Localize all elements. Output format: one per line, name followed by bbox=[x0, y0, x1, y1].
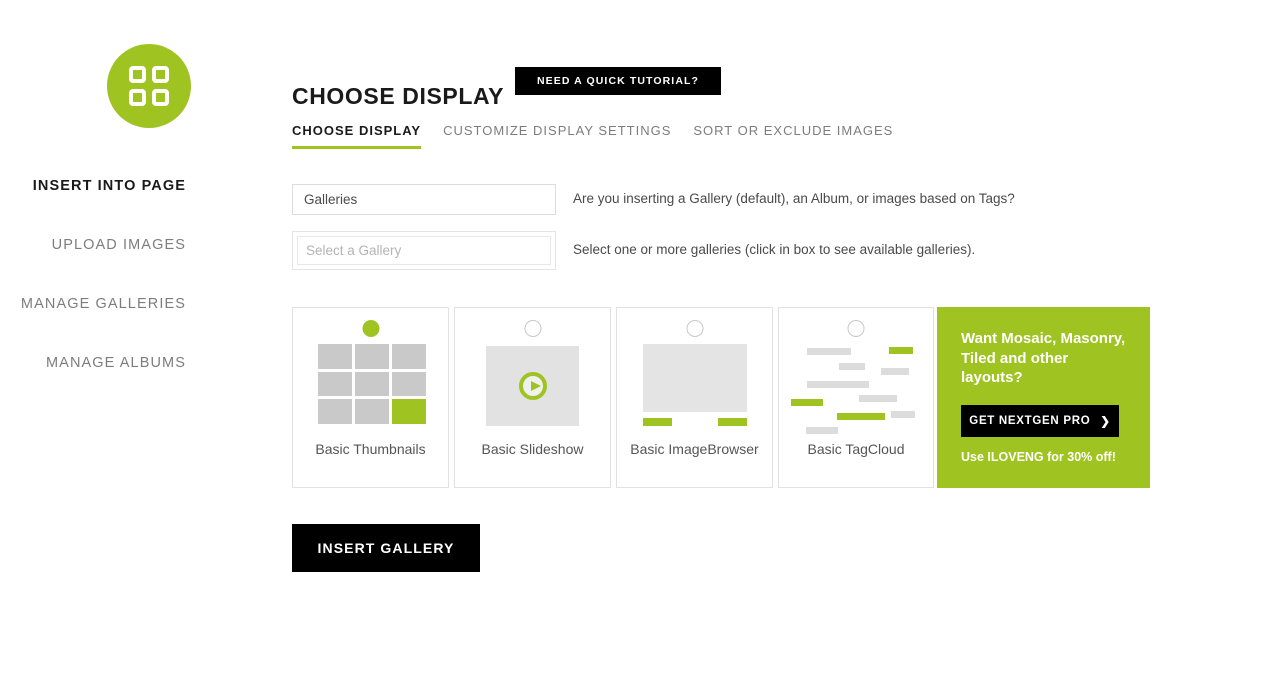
display-card-label: Basic Slideshow bbox=[481, 441, 584, 457]
promo-headline: Want Mosaic, Masonry, Tiled and other la… bbox=[961, 330, 1126, 386]
page-title: CHOOSE DISPLAY bbox=[292, 83, 505, 110]
radio-basic-thumbnails[interactable] bbox=[362, 320, 379, 337]
four-squares-grid-icon bbox=[129, 66, 169, 106]
display-card-label: Basic ImageBrowser bbox=[630, 441, 759, 457]
tab-choose-display[interactable]: CHOOSE DISPLAY bbox=[292, 123, 422, 149]
tutorial-button[interactable]: NEED A QUICK TUTORIAL? bbox=[515, 67, 721, 95]
display-card-basic-tagcloud[interactable]: Basic TagCloud bbox=[778, 307, 934, 488]
logo-square-1 bbox=[129, 66, 146, 83]
play-triangle bbox=[530, 381, 541, 391]
display-card-basic-slideshow[interactable]: Basic Slideshow bbox=[454, 307, 611, 488]
source-select[interactable]: Galleries bbox=[292, 184, 556, 215]
logo-square-4 bbox=[152, 89, 169, 106]
sidebar-item-manage-galleries[interactable]: MANAGE GALLERIES bbox=[0, 296, 186, 312]
imagebrowser-prev-bar bbox=[643, 418, 672, 426]
chevron-right-icon: ❯ bbox=[1100, 415, 1111, 428]
promo-button-label: GET NEXTGEN PRO bbox=[969, 414, 1091, 427]
radio-basic-slideshow[interactable] bbox=[524, 320, 541, 337]
preview-cell bbox=[318, 371, 352, 397]
preview-cell bbox=[355, 371, 389, 397]
gallery-select-input[interactable]: Select a Gallery bbox=[297, 236, 551, 265]
play-icon bbox=[518, 372, 547, 400]
radio-basic-tagcloud[interactable] bbox=[847, 320, 865, 337]
tag-bar bbox=[807, 381, 869, 388]
tab-bar: CHOOSE DISPLAY CUSTOMIZE DISPLAY SETTING… bbox=[292, 123, 915, 149]
sidebar-nav: INSERT INTO PAGE UPLOAD IMAGES MANAGE GA… bbox=[0, 178, 186, 414]
source-select-hint: Are you inserting a Gallery (default), a… bbox=[573, 191, 1015, 206]
preview-cell bbox=[392, 344, 426, 369]
insert-gallery-button[interactable]: INSERT GALLERY bbox=[292, 524, 480, 572]
imagebrowser-preview bbox=[643, 344, 747, 412]
preview-cell bbox=[355, 399, 389, 424]
gallery-select-wrapper: Select a Gallery bbox=[292, 231, 556, 270]
tab-sort-or-exclude-images[interactable]: SORT OR EXCLUDE IMAGES bbox=[693, 123, 893, 149]
tag-bar bbox=[881, 368, 909, 375]
tag-bar bbox=[839, 363, 865, 370]
display-card-basic-imagebrowser[interactable]: Basic ImageBrowser bbox=[616, 307, 773, 488]
display-type-list: Basic Thumbnails Basic Slideshow Basic I… bbox=[292, 307, 940, 488]
gallery-select[interactable]: Select a Gallery bbox=[292, 231, 556, 270]
get-nextgen-pro-button[interactable]: GET NEXTGEN PRO ❯ bbox=[961, 404, 1119, 437]
logo-square-3 bbox=[129, 89, 146, 106]
radio-basic-imagebrowser[interactable] bbox=[686, 320, 703, 337]
logo-square-2 bbox=[152, 66, 169, 83]
tab-customize-display-settings[interactable]: CUSTOMIZE DISPLAY SETTINGS bbox=[443, 123, 671, 149]
promo-coupon-note: Use ILOVENG for 30% off! bbox=[961, 449, 1116, 464]
tag-bar bbox=[806, 427, 838, 434]
preview-cell bbox=[318, 399, 352, 424]
thumbnail-grid-preview bbox=[318, 344, 426, 424]
tag-bar-accent bbox=[837, 413, 885, 420]
tag-bar bbox=[891, 411, 915, 418]
tag-bar bbox=[859, 395, 897, 402]
display-card-basic-thumbnails[interactable]: Basic Thumbnails bbox=[292, 307, 449, 488]
preview-cell bbox=[392, 371, 426, 397]
display-card-label: Basic Thumbnails bbox=[315, 441, 426, 457]
gallery-select-hint: Select one or more galleries (click in b… bbox=[573, 242, 976, 257]
source-select-wrapper: Galleries bbox=[292, 184, 556, 215]
imagebrowser-next-bar bbox=[718, 418, 747, 426]
preview-cell-accent bbox=[392, 399, 426, 424]
tag-bar-accent bbox=[791, 399, 823, 406]
tag-bar-accent bbox=[889, 347, 913, 354]
upgrade-promo-panel: Want Mosaic, Masonry, Tiled and other la… bbox=[937, 307, 1150, 488]
tagcloud-preview bbox=[779, 341, 933, 436]
sidebar-item-upload-images[interactable]: UPLOAD IMAGES bbox=[0, 237, 186, 253]
sidebar-item-manage-albums[interactable]: MANAGE ALBUMS bbox=[0, 355, 186, 371]
display-card-label: Basic TagCloud bbox=[807, 441, 905, 457]
sidebar-item-insert-into-page[interactable]: INSERT INTO PAGE bbox=[0, 178, 186, 194]
preview-cell bbox=[355, 344, 389, 369]
preview-cell bbox=[318, 344, 352, 369]
nextgen-logo bbox=[107, 44, 191, 128]
tag-bar bbox=[807, 348, 851, 355]
slideshow-preview bbox=[486, 346, 579, 426]
